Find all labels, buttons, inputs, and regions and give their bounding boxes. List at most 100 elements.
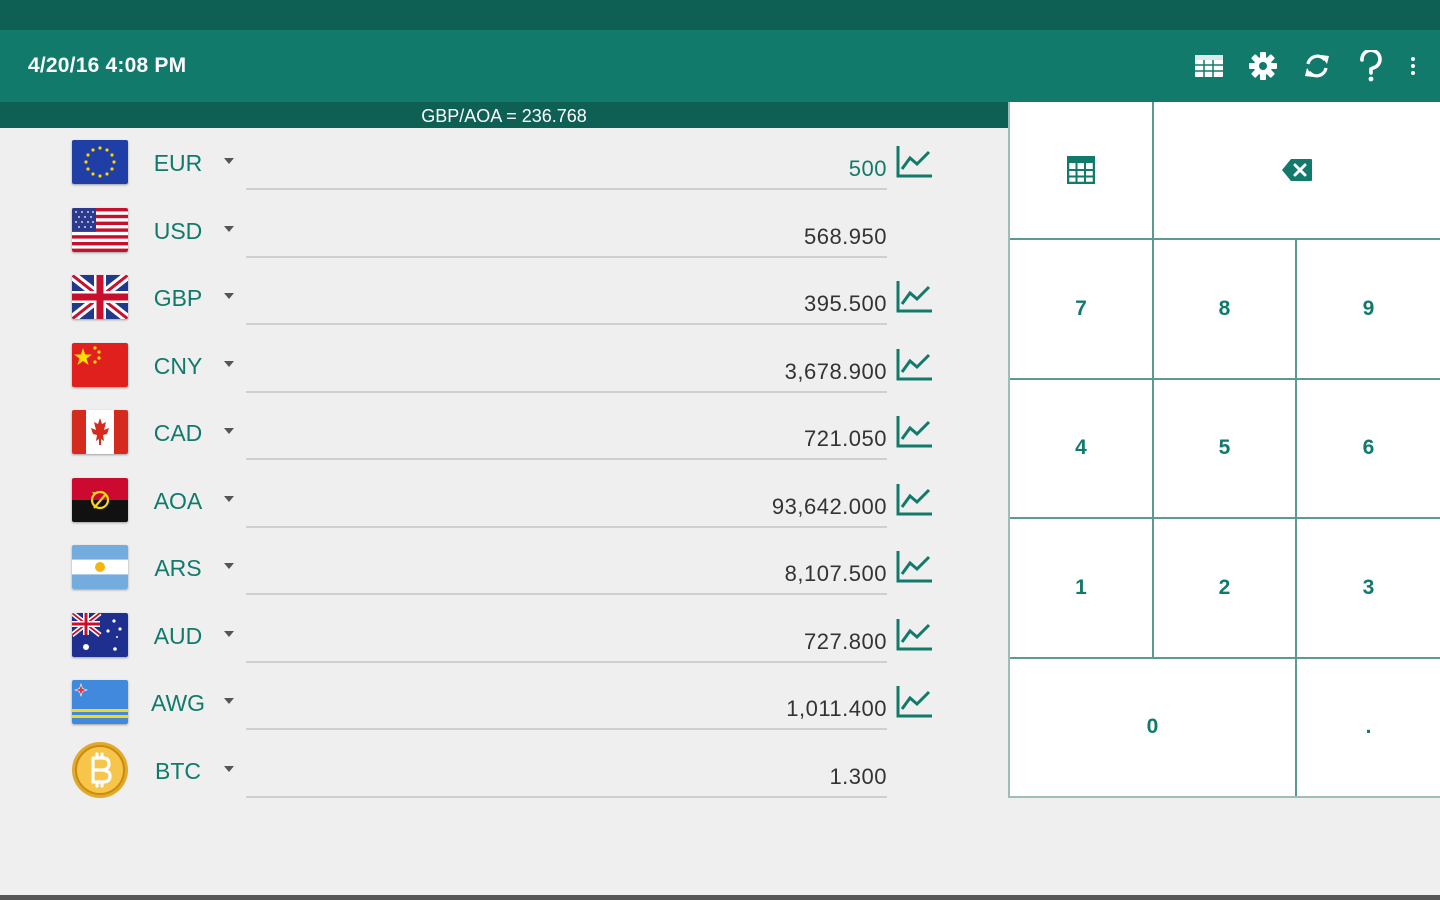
- currency-code[interactable]: AOA: [148, 488, 208, 515]
- spreadsheet-button[interactable]: [1182, 46, 1236, 86]
- flag-aw-icon[interactable]: [72, 680, 128, 724]
- chart-button[interactable]: [894, 482, 934, 518]
- key-9[interactable]: 9: [1297, 240, 1440, 380]
- amount-field[interactable]: 1,011.400: [246, 690, 887, 730]
- overflow-menu-icon: [1411, 57, 1415, 75]
- currency-dropdown-icon[interactable]: [222, 559, 236, 573]
- key-3[interactable]: 3: [1297, 519, 1440, 659]
- currency-dropdown-icon[interactable]: [222, 222, 236, 236]
- chart-button[interactable]: [894, 617, 934, 653]
- flag-ar-icon[interactable]: [72, 545, 128, 589]
- key-4[interactable]: 4: [1010, 379, 1154, 519]
- trend-chart-icon: [896, 551, 932, 583]
- status-bar: [0, 0, 1440, 30]
- calculator-button[interactable]: [1010, 102, 1154, 240]
- chart-button[interactable]: [894, 347, 934, 383]
- chart-button[interactable]: [894, 144, 934, 180]
- currency-dropdown-icon[interactable]: [222, 154, 236, 168]
- trend-chart-icon: [896, 281, 932, 313]
- key-6[interactable]: 6: [1297, 380, 1440, 519]
- amount-value: 568.950: [803, 223, 887, 249]
- backspace-button[interactable]: [1154, 102, 1440, 240]
- amount-value: 500: [848, 156, 887, 181]
- currency-dropdown-icon[interactable]: [222, 492, 236, 506]
- currency-dropdown-icon[interactable]: [222, 357, 236, 371]
- currency-row-cny: CNY 3,678.900: [0, 331, 1008, 399]
- currency-code[interactable]: EUR: [148, 150, 208, 177]
- app-bar: 4/20/16 4:08 PM: [0, 30, 1440, 102]
- chart-button[interactable]: [894, 279, 934, 315]
- flag-gb-icon[interactable]: [72, 275, 128, 319]
- currency-code[interactable]: CNY: [148, 353, 208, 380]
- currency-code[interactable]: BTC: [148, 758, 208, 785]
- flag-ao-icon[interactable]: [72, 477, 128, 522]
- last-update-datetime: 4/20/16 4:08 PM: [28, 54, 187, 77]
- currency-row-gbp: GBP 395.500: [0, 263, 1008, 331]
- currency-row-usd: USD 568.950: [0, 196, 1008, 264]
- help-button[interactable]: [1344, 46, 1398, 86]
- backspace-icon: [1282, 159, 1312, 181]
- chart-button[interactable]: [894, 684, 934, 720]
- keypad: 7 8 9 4 5 6 1 2 3 0 .: [1008, 102, 1440, 798]
- currency-code[interactable]: AUD: [148, 623, 208, 650]
- amount-value: 8,107.500: [784, 561, 887, 586]
- amount-value: 395.500: [803, 291, 887, 316]
- currency-row-aoa: AOA 93,642.000: [0, 466, 1008, 534]
- currency-list: EUR 500 USD 568.950 GBP 395.500 CNY 3,67…: [0, 128, 1008, 898]
- flag-us-icon[interactable]: [72, 207, 128, 252]
- currency-dropdown-icon[interactable]: [222, 289, 236, 303]
- amount-field[interactable]: 8,107.500: [246, 555, 887, 595]
- trend-chart-icon: [896, 686, 932, 718]
- key-0[interactable]: 0: [1010, 658, 1297, 796]
- refresh-button[interactable]: [1290, 46, 1344, 86]
- amount-value: 1.300: [829, 763, 887, 789]
- refresh-icon: [1305, 54, 1329, 78]
- currency-row-cad: CAD 721.050: [0, 398, 1008, 466]
- gear-icon: [1249, 52, 1277, 80]
- chart-button[interactable]: [894, 549, 934, 585]
- key-2[interactable]: 2: [1154, 519, 1297, 659]
- key-7[interactable]: 7: [1010, 240, 1154, 380]
- calculator-icon: [1067, 156, 1095, 184]
- flag-cn-icon[interactable]: [72, 342, 128, 387]
- flag-au-icon[interactable]: [72, 612, 128, 657]
- trend-chart-icon: [896, 416, 932, 448]
- settings-button[interactable]: [1236, 46, 1290, 86]
- currency-dropdown-icon[interactable]: [222, 424, 236, 438]
- currency-row-eur: EUR 500: [0, 128, 1008, 196]
- amount-field[interactable]: 1.300: [246, 758, 887, 798]
- trend-chart-icon: [896, 618, 932, 650]
- flag-ca-icon[interactable]: [72, 410, 128, 454]
- spreadsheet-icon: [1195, 55, 1223, 77]
- currency-code[interactable]: ARS: [148, 555, 208, 582]
- amount-field[interactable]: 568.950: [246, 218, 887, 258]
- flag-eu-icon[interactable]: [72, 140, 128, 184]
- currency-row-aud: AUD 727.800: [0, 601, 1008, 669]
- amount-value: 1,011.400: [786, 696, 887, 721]
- currency-row-awg: AWG 1,011.400: [0, 668, 1008, 736]
- key-1[interactable]: 1: [1010, 519, 1154, 659]
- currency-code[interactable]: USD: [148, 218, 208, 245]
- currency-code[interactable]: CAD: [148, 420, 208, 447]
- currency-code[interactable]: GBP: [148, 285, 208, 312]
- bitcoin-coin-icon[interactable]: [71, 741, 129, 799]
- currency-dropdown-icon[interactable]: [222, 627, 236, 641]
- key-decimal[interactable]: .: [1297, 659, 1440, 797]
- chart-button[interactable]: [894, 414, 934, 450]
- amount-field[interactable]: 3,678.900: [246, 353, 887, 393]
- bottom-edge: [0, 895, 1440, 900]
- amount-field[interactable]: 727.800: [246, 623, 887, 663]
- amount-field[interactable]: 395.500: [246, 285, 887, 325]
- key-5[interactable]: 5: [1154, 379, 1297, 519]
- key-8[interactable]: 8: [1154, 240, 1297, 380]
- amount-value: 93,642.000: [771, 493, 887, 519]
- currency-dropdown-icon[interactable]: [222, 762, 236, 776]
- currency-dropdown-icon[interactable]: [222, 694, 236, 708]
- amount-field[interactable]: 721.050: [246, 420, 887, 460]
- amount-field[interactable]: 500: [246, 150, 887, 190]
- amount-field[interactable]: 93,642.000: [246, 488, 887, 528]
- currency-code[interactable]: AWG: [148, 690, 208, 717]
- amount-value: 3,678.900: [784, 358, 887, 384]
- overflow-menu-button[interactable]: [1398, 46, 1428, 86]
- help-icon: [1360, 50, 1382, 82]
